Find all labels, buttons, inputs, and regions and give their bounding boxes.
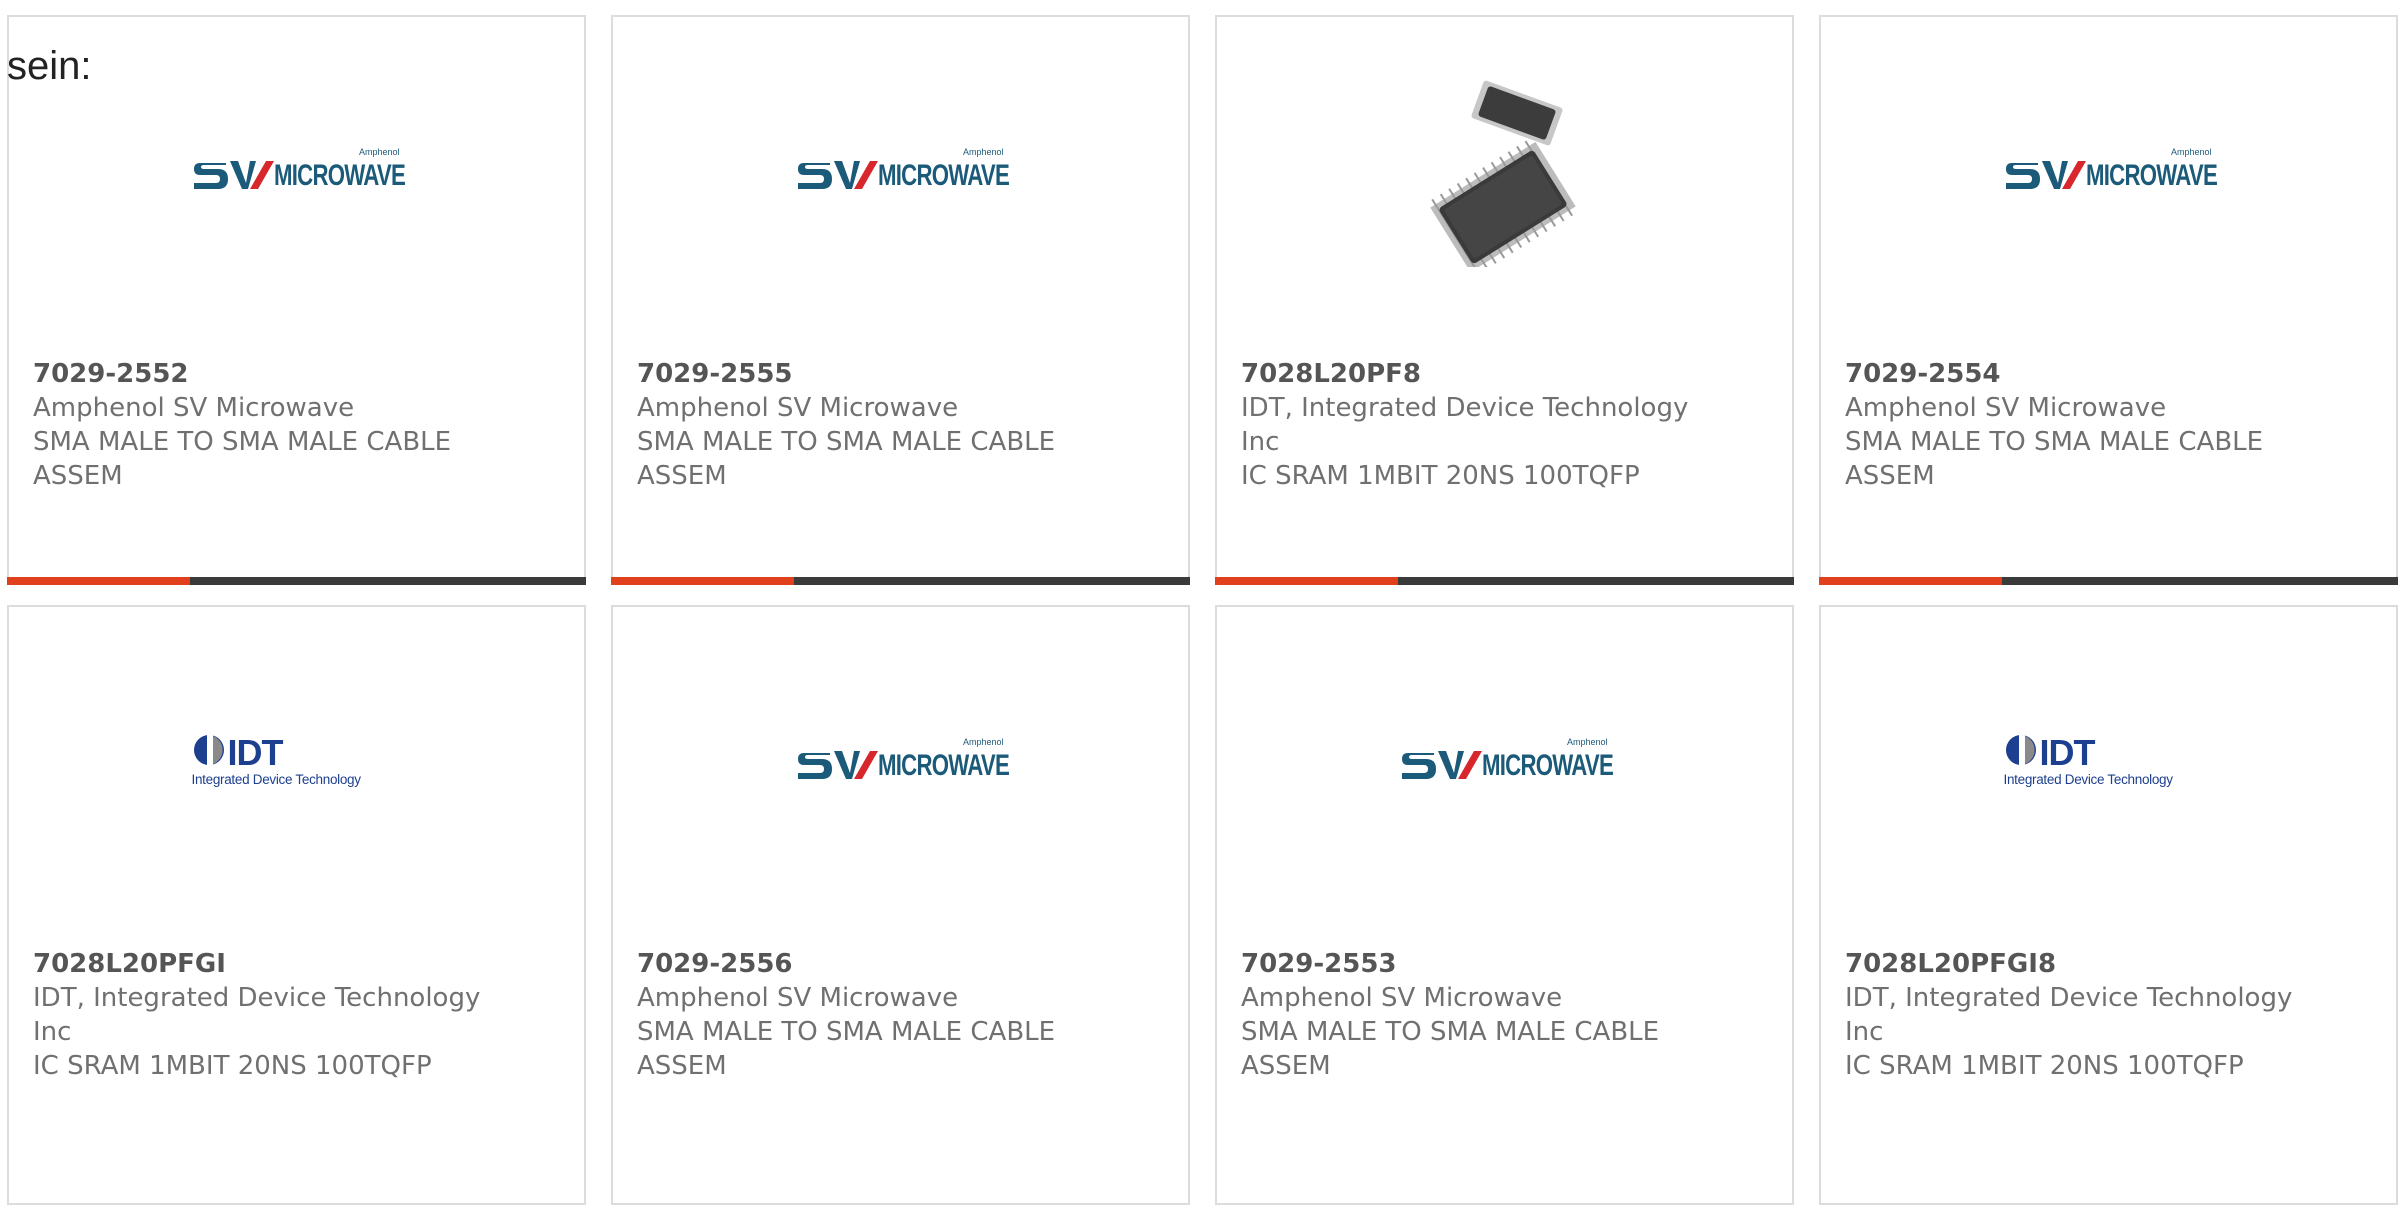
card-bottom-bar	[7, 577, 586, 585]
sv-microwave-logo: Amphenol MICROWAVE	[1400, 737, 1613, 785]
description: IC SRAM 1MBIT 20NS 100TQFP	[1241, 461, 1640, 491]
card-accent	[7, 577, 190, 585]
sv-microwave-logo: Amphenol MICROWAVE	[796, 147, 1009, 195]
sv-microwave-logo: Amphenol MICROWAVE	[2004, 147, 2217, 195]
card-accent	[1819, 577, 2002, 585]
product-card[interactable]: IDT Integrated Device Technology 7028L20…	[7, 605, 586, 1205]
idt-logo: IDT Integrated Device Technology	[2003, 732, 2173, 787]
description: SMA MALE TO SMA MALE CABLE ASSEM	[1241, 1017, 1660, 1081]
description: SMA MALE TO SMA MALE CABLE ASSEM	[33, 427, 452, 491]
product-card[interactable]: Amphenol MICROWAVE 7029-2554 Amphenol SV…	[1819, 15, 2398, 585]
card-accent	[1215, 577, 1398, 585]
idt-logo: IDT Integrated Device Technology	[191, 732, 361, 787]
description: IC SRAM 1MBIT 20NS 100TQFP	[33, 1051, 432, 1081]
manufacturer: IDT, Integrated Device Technology Inc	[1241, 393, 1689, 457]
part-number[interactable]: 7029-2555	[637, 357, 1107, 391]
product-image: IDT Integrated Device Technology	[9, 667, 584, 857]
product-image: Amphenol MICROWAVE	[1217, 667, 1792, 857]
part-number[interactable]: 7028L20PF8	[1241, 357, 1711, 391]
product-card[interactable]: IDT Integrated Device Technology 7028L20…	[1819, 605, 2398, 1205]
product-card[interactable]: 7028L20PF8 IDT, Integrated Device Techno…	[1215, 15, 1794, 585]
part-number[interactable]: 7028L20PFGI8	[1845, 947, 2315, 981]
manufacturer: Amphenol SV Microwave	[1241, 983, 1563, 1013]
manufacturer: IDT, Integrated Device Technology Inc	[33, 983, 481, 1047]
product-card[interactable]: Amphenol MICROWAVE 7029-2552 Amphenol SV…	[7, 15, 586, 585]
product-image: Amphenol MICROWAVE	[1821, 77, 2396, 267]
manufacturer: Amphenol SV Microwave	[33, 393, 355, 423]
card-accent	[611, 577, 794, 585]
card-bottom-bar	[1819, 577, 2398, 585]
part-number[interactable]: 7029-2552	[33, 357, 503, 391]
product-card[interactable]: Amphenol MICROWAVE 7029-2556 Amphenol SV…	[611, 605, 1190, 1205]
product-grid: Amphenol MICROWAVE 7029-2552 Amphenol SV…	[7, 15, 2400, 1205]
tqfp-chip-photo	[1404, 77, 1605, 267]
product-image	[1217, 77, 1792, 267]
description: SMA MALE TO SMA MALE CABLE ASSEM	[637, 427, 1056, 491]
product-image: IDT Integrated Device Technology	[1821, 667, 2396, 857]
section-heading: sein:	[7, 44, 92, 88]
part-number[interactable]: 7028L20PFGI	[33, 947, 503, 981]
manufacturer: Amphenol SV Microwave	[637, 393, 959, 423]
product-image: Amphenol MICROWAVE	[9, 77, 584, 267]
product-card[interactable]: Amphenol MICROWAVE 7029-2553 Amphenol SV…	[1215, 605, 1794, 1205]
product-image: Amphenol MICROWAVE	[613, 667, 1188, 857]
card-bottom-bar	[1215, 577, 1794, 585]
manufacturer: IDT, Integrated Device Technology Inc	[1845, 983, 2293, 1047]
sv-microwave-logo: Amphenol MICROWAVE	[796, 737, 1009, 785]
manufacturer: Amphenol SV Microwave	[1845, 393, 2167, 423]
product-image: Amphenol MICROWAVE	[613, 77, 1188, 267]
manufacturer: Amphenol SV Microwave	[637, 983, 959, 1013]
product-card[interactable]: Amphenol MICROWAVE 7029-2555 Amphenol SV…	[611, 15, 1190, 585]
part-number[interactable]: 7029-2556	[637, 947, 1107, 981]
sv-microwave-logo: Amphenol MICROWAVE	[192, 147, 405, 195]
description: SMA MALE TO SMA MALE CABLE ASSEM	[637, 1017, 1056, 1081]
description: IC SRAM 1MBIT 20NS 100TQFP	[1845, 1051, 2244, 1081]
part-number[interactable]: 7029-2553	[1241, 947, 1711, 981]
part-number[interactable]: 7029-2554	[1845, 357, 2315, 391]
description: SMA MALE TO SMA MALE CABLE ASSEM	[1845, 427, 2264, 491]
card-bottom-bar	[611, 577, 1190, 585]
